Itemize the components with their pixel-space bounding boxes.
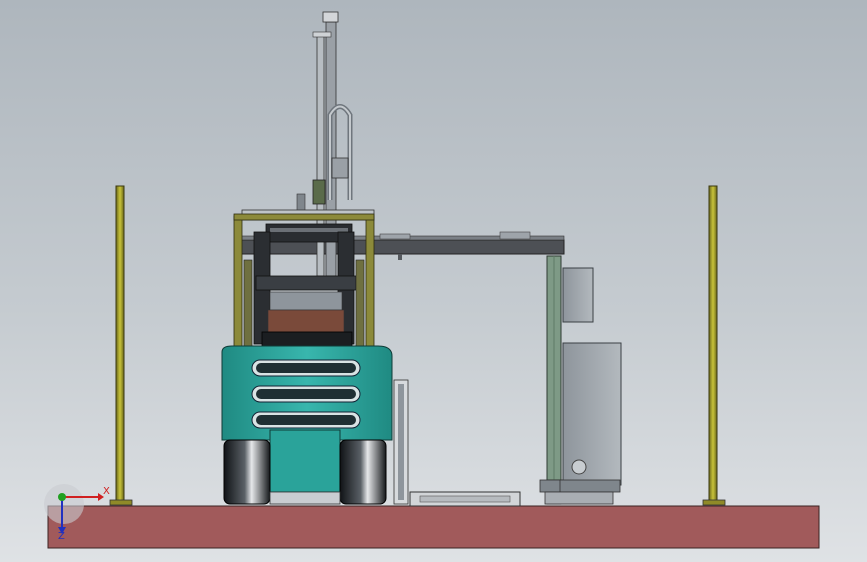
triad-z-label: Z <box>58 531 65 542</box>
cad-viewport[interactable]: X Y Z <box>0 0 867 562</box>
pallet-frame <box>409 491 521 507</box>
guide-rail <box>393 379 409 505</box>
right-safety-post <box>702 185 726 506</box>
left-safety-post <box>109 185 133 506</box>
forklift-right-tire <box>339 439 387 505</box>
floor-slab <box>47 505 820 549</box>
upper-control-cabinet <box>562 267 594 323</box>
forklift-left-tire <box>223 439 271 505</box>
triad-x-label: X <box>103 486 110 497</box>
gripper-assembly <box>241 209 375 347</box>
cad-model-scene[interactable] <box>0 0 867 562</box>
forklift-under-frame <box>269 491 341 505</box>
